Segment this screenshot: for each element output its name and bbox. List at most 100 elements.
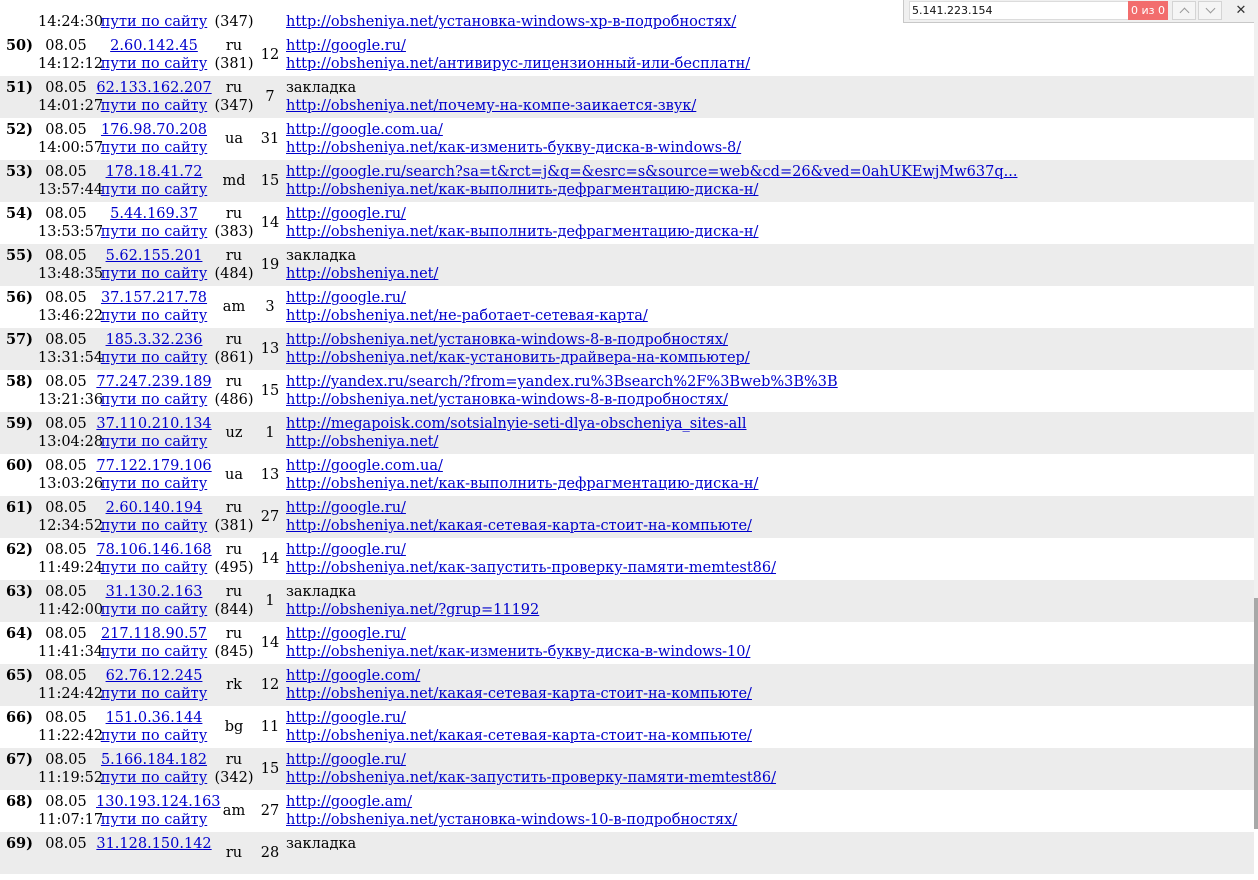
- country-code: ru: [225, 542, 243, 558]
- site-paths-link[interactable]: пути по сайту: [101, 728, 207, 744]
- visit-date: [38, 0, 94, 13]
- landing-page-link[interactable]: http://obsheniya.net/какая-сетевая-карта…: [286, 685, 1246, 703]
- landing-page-link[interactable]: http://obsheniya.net/какая-сетевая-карта…: [286, 727, 1246, 745]
- ip-link[interactable]: 5.44.169.37: [110, 206, 198, 222]
- country-code: ru: [225, 752, 243, 768]
- site-paths-link[interactable]: пути по сайту: [101, 812, 207, 828]
- landing-page-link[interactable]: http://obsheniya.net/как-выполнить-дефра…: [286, 223, 1246, 241]
- visit-time: 13:48:35: [38, 266, 104, 282]
- site-paths-link[interactable]: пути по сайту: [101, 56, 207, 72]
- referrer-link[interactable]: http://google.ru/search?sa=t&rct=j&q=&es…: [286, 163, 1246, 181]
- ip-link[interactable]: 217.118.90.57: [101, 626, 207, 642]
- scrollbar-thumb[interactable]: [1254, 598, 1258, 829]
- table-row: 65) 08.05 11:24:42 62.76.12.245 пути по сайт…: [0, 664, 1254, 706]
- ip-link[interactable]: 31.128.150.142: [96, 836, 211, 852]
- ip-link[interactable]: 5.62.155.201: [106, 248, 203, 264]
- site-paths-link[interactable]: пути по сайту: [101, 224, 207, 240]
- visit-date: 08.05: [45, 374, 87, 390]
- referrer-link[interactable]: http://yandex.ru/search/?from=yandex.ru%…: [286, 373, 1246, 391]
- site-paths-link[interactable]: пути по сайту: [101, 266, 207, 282]
- site-paths-link[interactable]: пути по сайту: [101, 560, 207, 576]
- landing-page-link[interactable]: http://obsheniya.net/не-работает-сетевая…: [286, 307, 1246, 325]
- find-previous-button[interactable]: [1172, 1, 1196, 20]
- site-paths-link[interactable]: пути по сайту: [101, 182, 207, 198]
- landing-page-link[interactable]: http://obsheniya.net/: [286, 433, 1246, 451]
- ip-link[interactable]: 176.98.70.208: [101, 122, 207, 138]
- referrer-link[interactable]: http://google.com.ua/: [286, 121, 1246, 139]
- visit-time: 14:12:12: [38, 56, 104, 72]
- ip-link[interactable]: 62.133.162.207: [96, 80, 211, 96]
- ip-link[interactable]: 62.76.12.245: [106, 668, 203, 684]
- visit-date: 08.05: [45, 38, 87, 54]
- country-count: (861): [214, 350, 254, 366]
- referrer-link[interactable]: http://google.com.ua/: [286, 457, 1246, 475]
- site-paths-link[interactable]: пути по сайту: [101, 770, 207, 786]
- ip-link[interactable]: 2.60.142.45: [110, 38, 198, 54]
- referrer-link[interactable]: http://megapoisk.com/sotsialnyie-seti-dl…: [286, 415, 1246, 433]
- site-paths-link[interactable]: пути по сайту: [101, 644, 207, 660]
- url-cell: http://yandex.ru/search/?from=yandex.ru%…: [286, 373, 1246, 409]
- landing-page-link[interactable]: http://obsheniya.net/почему-на-компе-заи…: [286, 97, 1246, 115]
- visitor-cell: 2.60.142.45 пути по сайту: [96, 37, 212, 73]
- site-paths-link[interactable]: пути по сайту: [101, 434, 207, 450]
- referrer-link[interactable]: http://google.ru/: [286, 37, 1246, 55]
- landing-page-link[interactable]: http://obsheniya.net/?grup=11192: [286, 601, 1246, 619]
- landing-page-link[interactable]: http://obsheniya.net/: [286, 265, 1246, 283]
- ip-link[interactable]: 5.166.184.182: [101, 752, 207, 768]
- site-paths-link[interactable]: пути по сайту: [101, 392, 207, 408]
- referrer-link[interactable]: http://google.ru/: [286, 751, 1246, 769]
- ip-link[interactable]: 37.157.217.78: [101, 290, 207, 306]
- ip-link[interactable]: 77.247.239.189: [96, 374, 211, 390]
- ip-link[interactable]: 178.18.41.72: [106, 164, 203, 180]
- landing-page-link[interactable]: http://obsheniya.net/как-изменить-букву-…: [286, 643, 1246, 661]
- landing-page-link[interactable]: http://obsheniya.net/как-выполнить-дефра…: [286, 181, 1246, 199]
- ip-link[interactable]: 151.0.36.144: [106, 710, 203, 726]
- ip-link[interactable]: 77.122.179.106: [96, 458, 211, 474]
- visit-date: 08.05: [45, 80, 87, 96]
- landing-page-link[interactable]: http://obsheniya.net/как-изменить-букву-…: [286, 139, 1246, 157]
- landing-page-link[interactable]: http://obsheniya.net/какая-сетевая-карта…: [286, 517, 1246, 535]
- find-input[interactable]: [909, 1, 1129, 20]
- referrer-link[interactable]: http://google.ru/: [286, 499, 1246, 517]
- ip-link[interactable]: 37.110.210.134: [96, 416, 211, 432]
- referrer-link[interactable]: http://google.ru/: [286, 709, 1246, 727]
- site-paths-link[interactable]: пути по сайту: [101, 518, 207, 534]
- visit-datetime: 08.05 12:34:52: [38, 499, 103, 535]
- url-cell: закладка http://obsheniya.net/почему-на-к…: [286, 79, 1246, 115]
- referrer-link[interactable]: http://google.ru/: [286, 541, 1246, 559]
- landing-page-link[interactable]: [286, 853, 1246, 871]
- referrer-link[interactable]: http://google.ru/: [286, 205, 1246, 223]
- ip-link[interactable]: 130.193.124.163: [96, 794, 221, 810]
- site-paths-link[interactable]: пути по сайту: [101, 14, 207, 30]
- ip-link[interactable]: 185.3.32.236: [106, 332, 203, 348]
- referrer-link[interactable]: http://google.ru/: [286, 625, 1246, 643]
- page-count: 11: [260, 719, 280, 735]
- visitor-cell: 78.106.146.168 пути по сайту: [96, 541, 212, 577]
- site-paths-link[interactable]: пути по сайту: [101, 686, 207, 702]
- site-paths-link[interactable]: пути по сайту: [101, 140, 207, 156]
- site-paths-link[interactable]: пути по сайту: [101, 602, 207, 618]
- ip-link[interactable]: 78.106.146.168: [96, 542, 211, 558]
- referrer-link[interactable]: http://obsheniya.net/установка-windows-8…: [286, 331, 1246, 349]
- landing-page-link[interactable]: http://obsheniya.net/установка-windows-8…: [286, 391, 1246, 409]
- site-paths-link[interactable]: пути по сайту: [101, 98, 207, 114]
- ip-link[interactable]: 2.60.140.194: [106, 500, 203, 516]
- landing-page-link[interactable]: http://obsheniya.net/как-запустить-прове…: [286, 769, 1246, 787]
- landing-page-link[interactable]: http://obsheniya.net/как-запустить-прове…: [286, 559, 1246, 577]
- site-paths-link[interactable]: пути по сайту: [101, 308, 207, 324]
- site-paths-link[interactable]: пути по сайту: [101, 476, 207, 492]
- country-cell: ru (342): [214, 751, 254, 787]
- vertical-scrollbar[interactable]: [1254, 0, 1258, 829]
- landing-page-link[interactable]: http://obsheniya.net/антивирус-лицензион…: [286, 55, 1246, 73]
- find-close-button[interactable]: ✕: [1230, 1, 1252, 20]
- landing-page-link[interactable]: http://obsheniya.net/как-установить-драй…: [286, 349, 1246, 367]
- referrer-link[interactable]: http://google.am/: [286, 793, 1246, 811]
- ip-link[interactable]: 31.130.2.163: [106, 584, 203, 600]
- site-paths-link[interactable]: пути по сайту: [101, 350, 207, 366]
- referrer-link[interactable]: http://google.ru/: [286, 289, 1246, 307]
- landing-page-link[interactable]: http://obsheniya.net/установка-windows-1…: [286, 811, 1246, 829]
- referrer-link[interactable]: http://google.com/: [286, 667, 1246, 685]
- find-next-button[interactable]: [1198, 1, 1222, 20]
- visit-time: 11:49:24: [38, 560, 104, 576]
- landing-page-link[interactable]: http://obsheniya.net/как-выполнить-дефра…: [286, 475, 1246, 493]
